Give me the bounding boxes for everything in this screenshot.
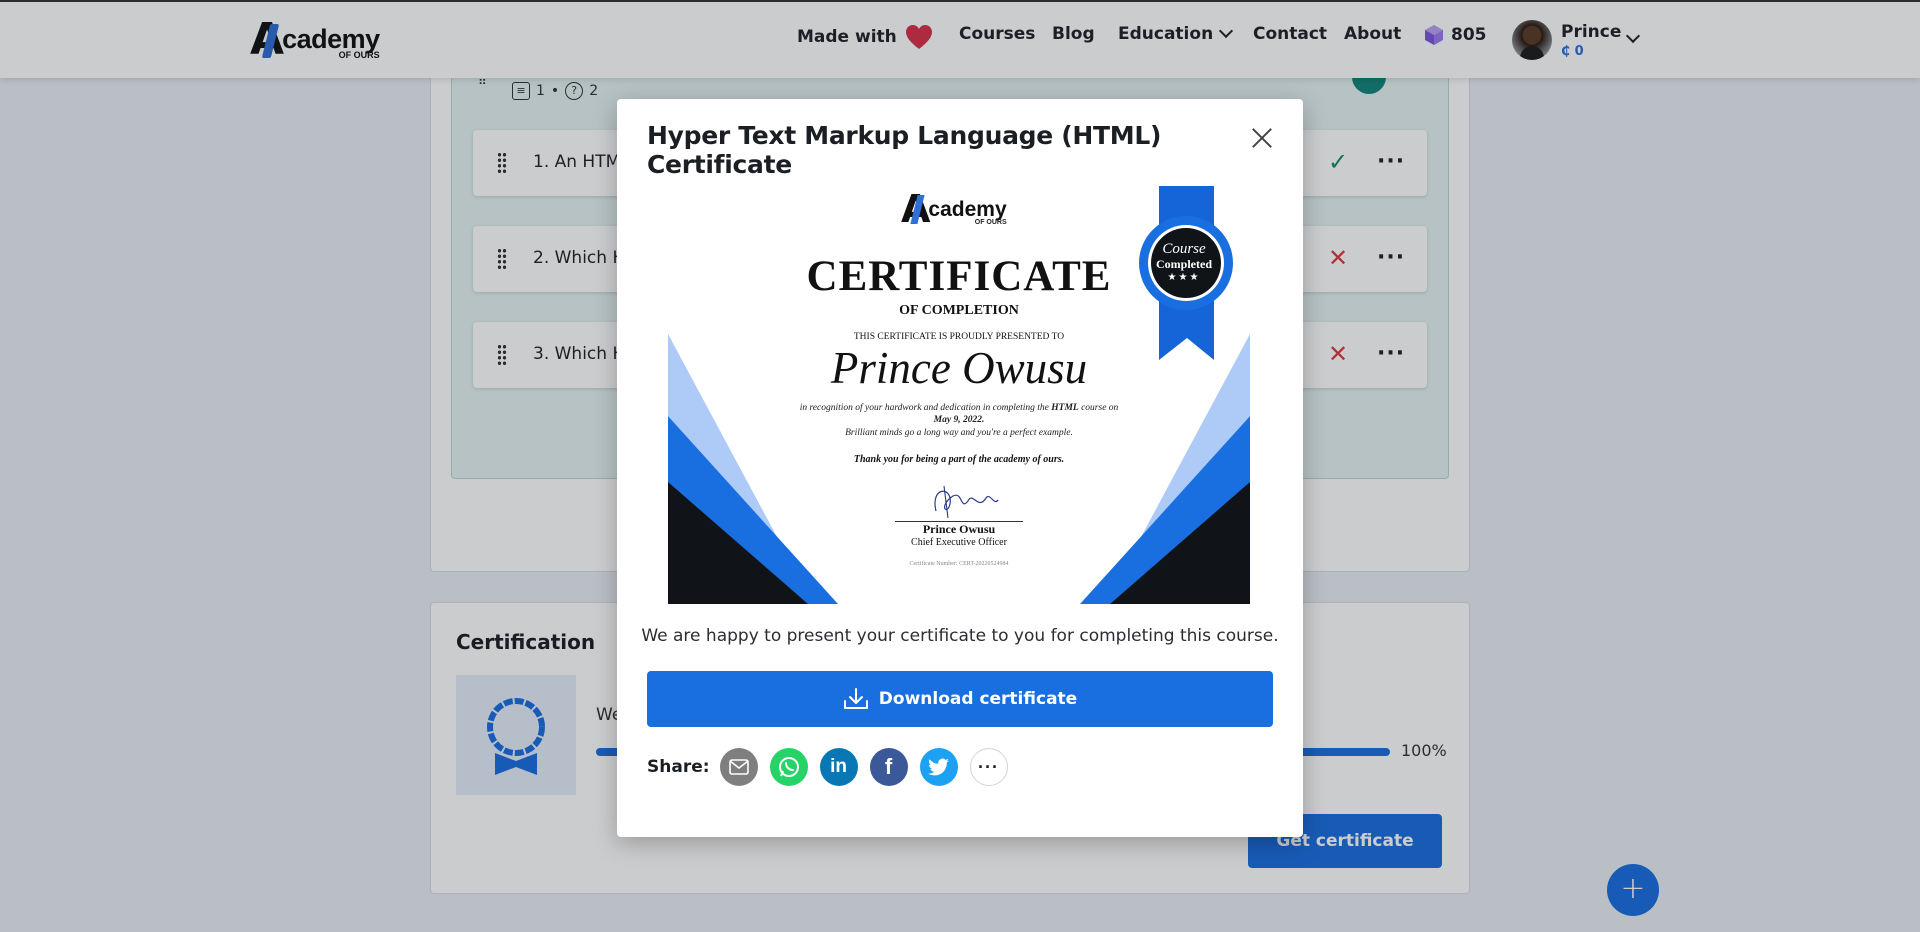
certificate-thanks: Thank you for being a part of the academ… — [853, 454, 1065, 465]
modal-message: We are happy to present your certificate… — [641, 626, 1279, 646]
certificate-logo: A cademy OF OURS — [901, 190, 1007, 228]
certificate-body: in recognition of your hardwork and dedi… — [799, 403, 1119, 425]
certificate-heading: CERTIFICATE — [806, 253, 1112, 300]
certificate-presented-to: THIS CERTIFICATE IS PROUDLY PRESENTED TO — [853, 332, 1065, 342]
certificate-modal: Hyper Text Markup Language (HTML) Certif… — [617, 99, 1303, 837]
more-icon[interactable]: ··· — [969, 748, 1008, 786]
certificate-recipient: Prince Owusu — [830, 343, 1088, 393]
close-icon[interactable] — [1249, 125, 1275, 151]
facebook-icon[interactable]: f — [869, 748, 908, 786]
certificate-subheading: OF COMPLETION — [899, 303, 1019, 318]
email-icon[interactable] — [719, 748, 758, 786]
signer-name: Prince Owusu — [922, 522, 996, 536]
certificate-line: Brilliant minds go a long way and you're… — [845, 428, 1073, 438]
certificate-number: Certificate Number: CERT-20220524984 — [909, 561, 1009, 567]
linkedin-icon[interactable]: in — [819, 748, 858, 786]
download-certificate-button[interactable]: Download certificate — [647, 671, 1273, 727]
whatsapp-icon[interactable] — [769, 748, 808, 786]
certificate-image: A cademy OF OURS Course Completed ★★★ CE… — [668, 186, 1250, 604]
download-icon — [843, 688, 868, 709]
download-label: Download certificate — [878, 689, 1078, 709]
modal-title: Hyper Text Markup Language (HTML) Certif… — [647, 121, 1162, 179]
share-row: Share: in f ··· — [647, 748, 1020, 786]
signer-title: Chief Executive Officer — [911, 537, 1007, 548]
twitter-icon[interactable] — [919, 748, 958, 786]
share-label: Share: — [647, 757, 710, 777]
